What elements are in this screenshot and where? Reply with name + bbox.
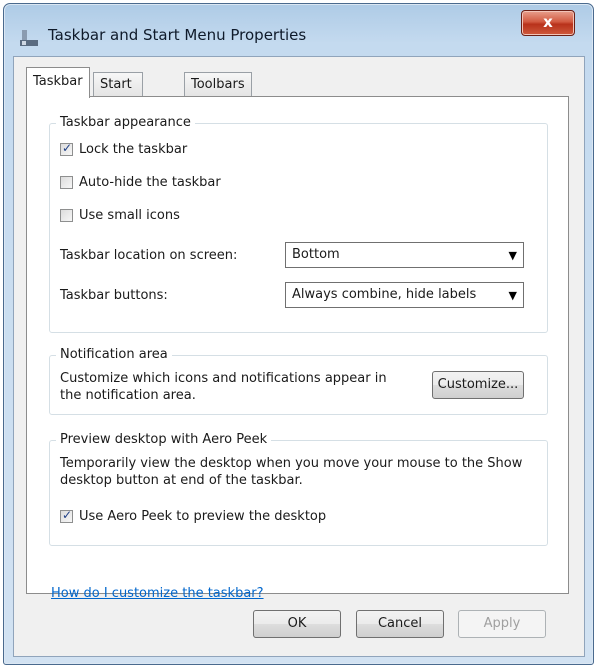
tab-toolbars[interactable]: Toolbars: [184, 72, 252, 97]
use-aero-peek-label: Use Aero Peek to preview the desktop: [79, 509, 327, 524]
taskbar-appearance-heading: Taskbar appearance: [56, 115, 195, 130]
chevron-down-icon: ▼: [508, 249, 517, 262]
taskbar-location-select[interactable]: Bottom ▼: [285, 242, 524, 268]
use-aero-peek-option[interactable]: ✓ Use Aero Peek to preview the desktop: [60, 508, 327, 524]
use-aero-peek-checkbox[interactable]: ✓: [60, 508, 73, 523]
window-title: Taskbar and Start Menu Properties: [48, 26, 307, 44]
small-icons-checkbox[interactable]: [60, 209, 73, 222]
help-link[interactable]: How do I customize the taskbar?: [51, 586, 264, 601]
aero-peek-description: Temporarily view the desktop when you mo…: [60, 456, 523, 488]
dialog-client-area: Taskbar Start Menu Toolbars Taskbar appe…: [13, 56, 585, 657]
close-icon: x: [543, 13, 553, 31]
apply-button[interactable]: Apply: [458, 610, 546, 638]
small-icons-option[interactable]: Use small icons: [60, 208, 180, 223]
taskbar-buttons-value: Always combine, hide labels: [292, 287, 477, 302]
taskbar-buttons-select[interactable]: Always combine, hide labels ▼: [285, 282, 524, 308]
checkmark-icon: ✓: [62, 508, 73, 522]
tab-taskbar[interactable]: Taskbar: [26, 67, 90, 98]
aero-peek-heading: Preview desktop with Aero Peek: [56, 432, 272, 447]
ok-button[interactable]: OK: [253, 610, 341, 638]
taskbar-app-icon: [20, 30, 38, 46]
taskbar-location-value: Bottom: [292, 247, 340, 262]
title-bar[interactable]: Taskbar and Start Menu Properties x: [4, 4, 593, 56]
notification-area-heading: Notification area: [56, 347, 172, 362]
customize-button[interactable]: Customize...: [432, 371, 524, 399]
auto-hide-label: Auto-hide the taskbar: [79, 175, 221, 190]
auto-hide-option[interactable]: Auto-hide the taskbar: [60, 175, 221, 190]
taskbar-appearance-group: Taskbar appearance ✓ Lock the taskbar Au…: [49, 115, 548, 333]
aero-peek-group: Preview desktop with Aero Peek Temporari…: [49, 432, 548, 546]
notification-area-group: Notification area Customize which icons …: [49, 347, 548, 415]
taskbar-buttons-label: Taskbar buttons:: [60, 288, 168, 303]
small-icons-label: Use small icons: [79, 208, 180, 223]
lock-taskbar-label: Lock the taskbar: [79, 142, 188, 157]
notification-area-description: Customize which icons and notifications …: [60, 371, 387, 403]
close-button[interactable]: x: [521, 10, 575, 36]
cancel-button[interactable]: Cancel: [356, 610, 444, 638]
properties-window: Taskbar and Start Menu Properties x Task…: [3, 3, 594, 665]
lock-taskbar-checkbox[interactable]: ✓: [60, 141, 73, 156]
taskbar-location-label: Taskbar location on screen:: [60, 248, 238, 263]
tab-panel-taskbar: Taskbar appearance ✓ Lock the taskbar Au…: [26, 96, 569, 601]
tab-start-menu[interactable]: Start Menu: [93, 72, 143, 116]
auto-hide-checkbox[interactable]: [60, 176, 73, 189]
chevron-down-icon: ▼: [508, 289, 517, 302]
lock-taskbar-option[interactable]: ✓ Lock the taskbar: [60, 141, 188, 157]
checkmark-icon: ✓: [62, 141, 73, 155]
